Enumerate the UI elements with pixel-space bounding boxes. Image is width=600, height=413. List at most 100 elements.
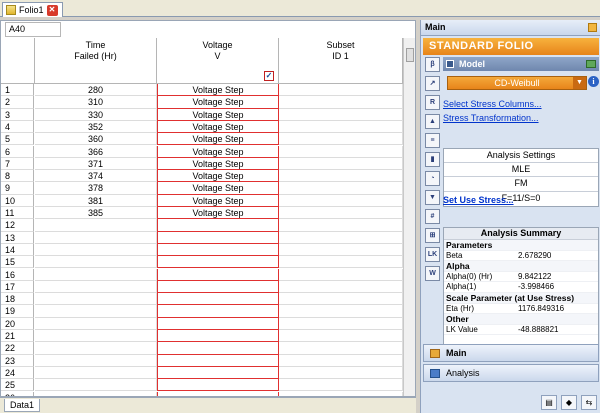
cell-voltage[interactable]: Voltage Step (157, 145, 279, 158)
cell-voltage[interactable]: Voltage Step (157, 108, 279, 121)
cell-subset[interactable] (279, 108, 403, 121)
cell-subset[interactable] (279, 342, 403, 355)
row-number[interactable]: 2 (1, 96, 34, 109)
cell-voltage[interactable]: Voltage Step (157, 207, 279, 220)
cell-subset[interactable] (279, 366, 403, 380)
row-number[interactable]: 12 (1, 219, 34, 232)
cell-voltage[interactable] (157, 243, 279, 257)
cell-subset[interactable] (279, 157, 403, 171)
row-number[interactable]: 5 (1, 133, 34, 146)
cell-time-failed[interactable] (35, 268, 157, 281)
cell-subset[interactable] (279, 231, 403, 244)
row-number[interactable]: 19 (1, 305, 34, 318)
cell-subset[interactable] (279, 84, 403, 97)
row-number[interactable]: 15 (1, 256, 34, 269)
cell-subset[interactable] (279, 354, 403, 367)
cell-subset[interactable] (279, 194, 403, 207)
cell-voltage[interactable] (157, 305, 279, 318)
cell-time-failed[interactable]: 374 (35, 170, 157, 183)
cell-voltage[interactable] (157, 379, 279, 392)
cell-subset[interactable] (279, 293, 403, 306)
nav-analysis-button[interactable]: Analysis (423, 364, 599, 382)
nav-main-button[interactable]: Main (423, 344, 599, 362)
cell-subset[interactable] (279, 305, 403, 318)
cell-subset[interactable] (279, 330, 403, 343)
cell-voltage[interactable]: Voltage Step (157, 133, 279, 146)
cell-time-failed[interactable]: 330 (35, 108, 157, 121)
cell-time-failed[interactable] (35, 231, 157, 244)
export-icon[interactable]: ⇆ (581, 395, 597, 410)
cell-voltage[interactable] (157, 293, 279, 306)
table-icon[interactable]: ⊞ (425, 228, 440, 243)
filter-icon[interactable]: ▼ (425, 190, 440, 205)
diamond-icon[interactable]: ◆ (561, 395, 577, 410)
row-number[interactable]: 18 (1, 293, 34, 306)
lk-icon[interactable]: LK (425, 247, 440, 262)
row-number[interactable]: 17 (1, 280, 34, 294)
cell-subset[interactable] (279, 120, 403, 134)
cell-subset[interactable] (279, 219, 403, 232)
cell-time-failed[interactable]: 352 (35, 120, 157, 134)
chevron-down-icon[interactable]: ▼ (573, 77, 586, 89)
cell-subset[interactable] (279, 145, 403, 158)
cell-voltage[interactable] (157, 342, 279, 355)
cell-subset[interactable] (279, 207, 403, 220)
cell-voltage[interactable]: Voltage Step (157, 120, 279, 134)
cell-time-failed[interactable]: 385 (35, 207, 157, 220)
row-number[interactable]: 13 (1, 231, 34, 244)
distribution-icon[interactable]: β (425, 57, 440, 72)
vertical-scrollbar[interactable] (403, 38, 415, 396)
sheet-tab-data1[interactable]: Data1 (4, 399, 41, 412)
stress-transformation-link[interactable]: Stress Transformation... (443, 113, 539, 123)
cell-voltage[interactable]: Voltage Step (157, 170, 279, 183)
cell-voltage[interactable]: Voltage Step (157, 157, 279, 171)
cell-subset[interactable] (279, 379, 403, 392)
cell-time-failed[interactable] (35, 342, 157, 355)
row-number[interactable]: 8 (1, 170, 34, 183)
pin-icon[interactable] (588, 23, 597, 32)
cell-voltage[interactable]: Voltage Step (157, 84, 279, 97)
set-use-stress-link[interactable]: Set Use Stress... (443, 195, 514, 205)
cell-voltage[interactable] (157, 317, 279, 330)
row-number[interactable]: 22 (1, 342, 34, 355)
cell-subset[interactable] (279, 182, 403, 195)
row-number[interactable]: 10 (1, 194, 34, 207)
chart-icon[interactable]: ▮ (425, 152, 440, 167)
row-number[interactable]: 7 (1, 157, 34, 171)
row-number[interactable]: 21 (1, 330, 34, 343)
cell-subset[interactable] (279, 133, 403, 146)
cell-name-box[interactable]: A40 (5, 22, 61, 37)
cell-subset[interactable] (279, 280, 403, 294)
gauge-icon[interactable]: ◔ (425, 171, 440, 186)
column-header-subset[interactable]: Subset ID 1 (279, 38, 403, 84)
cell-time-failed[interactable]: 310 (35, 96, 157, 109)
row-number[interactable]: 1 (1, 84, 34, 97)
cell-voltage[interactable] (157, 256, 279, 269)
analysis-settings-title[interactable]: Analysis Settings (444, 149, 598, 164)
cell-voltage[interactable]: Voltage Step (157, 96, 279, 109)
cell-voltage[interactable] (157, 330, 279, 343)
cell-time-failed[interactable]: 378 (35, 182, 157, 195)
cell-time-failed[interactable] (35, 366, 157, 380)
row-number[interactable]: 25 (1, 379, 34, 392)
analysis-method[interactable]: MLE (444, 163, 598, 178)
cell-voltage[interactable] (157, 366, 279, 380)
row-number[interactable]: 3 (1, 108, 34, 121)
cell-time-failed[interactable] (35, 243, 157, 257)
cell-time-failed[interactable] (35, 219, 157, 232)
row-number[interactable]: 9 (1, 182, 34, 195)
cell-voltage[interactable]: Voltage Step (157, 194, 279, 207)
cell-subset[interactable] (279, 317, 403, 330)
voltage-checkbox[interactable]: ✓ (264, 71, 274, 81)
cell-time-failed[interactable] (35, 293, 157, 306)
cell-time-failed[interactable]: 280 (35, 84, 157, 97)
cell-subset[interactable] (279, 96, 403, 109)
folio-tab[interactable]: Folio1 ✕ (2, 2, 63, 17)
cell-subset[interactable] (279, 256, 403, 269)
model-dropdown[interactable]: CD-Weibull ▼ (447, 76, 587, 90)
row-number[interactable]: 11 (1, 207, 34, 220)
report-icon[interactable]: ≡ (425, 133, 440, 148)
cell-voltage[interactable] (157, 231, 279, 244)
cell-time-failed[interactable]: 371 (35, 157, 157, 171)
cell-subset[interactable] (279, 243, 403, 257)
